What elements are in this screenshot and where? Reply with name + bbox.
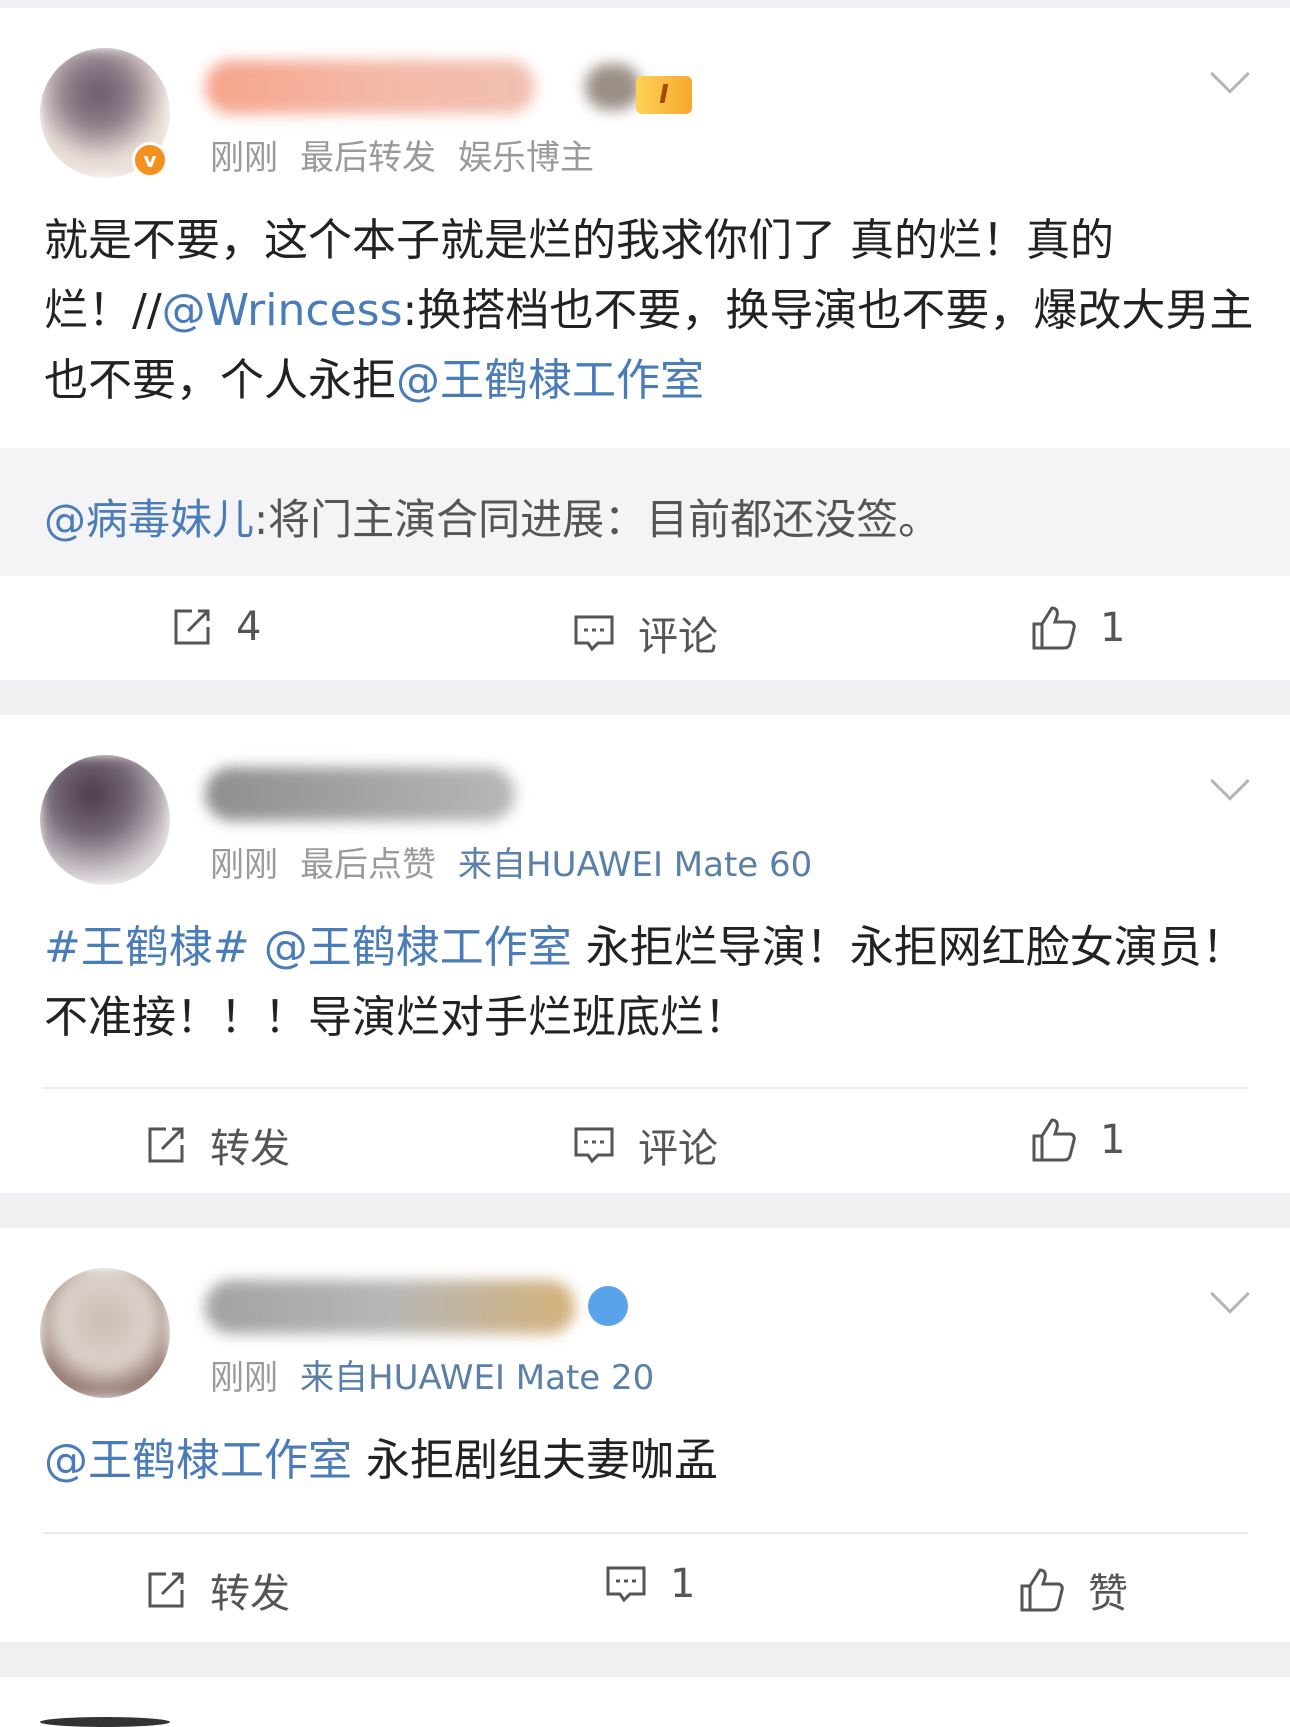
repost-count: 4 bbox=[236, 604, 262, 650]
chevron-down-icon[interactable] bbox=[1210, 761, 1250, 801]
comment-button[interactable]: 评论 bbox=[572, 1116, 718, 1174]
chevron-down-icon[interactable] bbox=[1210, 54, 1250, 94]
quoted-original-post[interactable]: @病毒妹儿:将门主演合同进展：目前都还没签。 bbox=[0, 448, 1290, 576]
avatar[interactable] bbox=[40, 1717, 170, 1727]
post-time: 刚刚 bbox=[210, 138, 278, 178]
like-button[interactable]: 赞 bbox=[1018, 1561, 1128, 1619]
repost-icon bbox=[174, 609, 210, 645]
repost-label: 转发 bbox=[210, 1571, 290, 1617]
chevron-down-icon[interactable] bbox=[1210, 1274, 1250, 1314]
fish-badge-icon bbox=[588, 1286, 628, 1326]
post-card-4 bbox=[0, 1677, 1290, 1727]
like-label: 赞 bbox=[1088, 1571, 1128, 1617]
comment-button[interactable]: 1 bbox=[604, 1561, 695, 1607]
mention-link[interactable]: @王鹤棣工作室 bbox=[44, 1435, 352, 1486]
repost-label: 转发 bbox=[210, 1126, 290, 1172]
username-blurred[interactable] bbox=[205, 60, 535, 114]
post-source: 来自HUAWEI Mate 20 bbox=[300, 1358, 655, 1398]
post-card-1: v I 刚刚 最后转发 娱乐博主 就是不要，这个本子就是烂的我求你们了 真的烂！真的… bbox=[0, 8, 1290, 680]
member-icon-blurred bbox=[585, 64, 641, 110]
level-badge-icon[interactable]: I bbox=[636, 76, 692, 114]
avatar[interactable] bbox=[40, 755, 170, 885]
post-status: 最后转发 bbox=[300, 138, 436, 178]
divider bbox=[42, 1087, 1248, 1089]
avatar[interactable] bbox=[40, 1268, 170, 1398]
quote-body: :将门主演合同进展：目前都还没签。 bbox=[254, 495, 941, 544]
post-status: 最后点赞 bbox=[300, 845, 436, 885]
repost-button[interactable]: 转发 bbox=[144, 1116, 290, 1174]
repost-icon bbox=[148, 1572, 184, 1608]
user-tag: 娱乐博主 bbox=[458, 138, 594, 178]
mention-link[interactable]: @Wrincess bbox=[162, 285, 403, 336]
mention-link[interactable]: @王鹤棣工作室 bbox=[396, 355, 704, 406]
post-time: 刚刚 bbox=[210, 845, 278, 885]
comment-label: 评论 bbox=[638, 614, 718, 660]
post-text: #王鹤棣# @王鹤棣工作室 永拒烂导演！永拒网红脸女演员！不准接！！！导演烂对手… bbox=[44, 913, 1254, 1053]
like-icon bbox=[1020, 1568, 1064, 1612]
post-card-3: 刚刚 来自HUAWEI Mate 20 @王鹤棣工作室 永拒剧组夫妻咖孟 转发 1… bbox=[0, 1228, 1290, 1642]
vip-badge-icon: v bbox=[132, 142, 168, 178]
comment-count: 1 bbox=[670, 1561, 696, 1607]
comment-icon bbox=[606, 1566, 646, 1603]
comment-icon bbox=[574, 1127, 614, 1164]
comment-button[interactable]: 评论 bbox=[572, 604, 718, 662]
like-icon bbox=[1032, 1118, 1076, 1162]
hashtag-link[interactable]: #王鹤棣# bbox=[44, 922, 250, 973]
post-source: 来自HUAWEI Mate 60 bbox=[458, 845, 813, 885]
post-meta: 刚刚 最后点赞 来自HUAWEI Mate 60 bbox=[210, 837, 834, 886]
username-blurred[interactable] bbox=[205, 767, 515, 821]
post-text: 就是不要，这个本子就是烂的我求你们了 真的烂！真的烂！//@Wrincess:换… bbox=[44, 206, 1254, 416]
post-time: 刚刚 bbox=[210, 1358, 278, 1398]
like-count: 1 bbox=[1100, 1117, 1126, 1163]
divider bbox=[42, 1532, 1248, 1534]
like-button[interactable]: 1 bbox=[1030, 604, 1125, 652]
quote-text: @病毒妹儿:将门主演合同进展：目前都还没签。 bbox=[44, 486, 940, 547]
repost-icon bbox=[148, 1127, 184, 1163]
post-text: @王鹤棣工作室 永拒剧组夫妻咖孟 bbox=[44, 1426, 1254, 1496]
comment-label: 评论 bbox=[638, 1126, 718, 1172]
like-icon bbox=[1032, 606, 1076, 650]
like-button[interactable]: 1 bbox=[1030, 1116, 1125, 1164]
post-card-2: 刚刚 最后点赞 来自HUAWEI Mate 60 #王鹤棣# @王鹤棣工作室 永拒烂… bbox=[0, 715, 1290, 1193]
username-blurred[interactable] bbox=[205, 1280, 575, 1334]
mention-link[interactable]: @王鹤棣工作室 bbox=[250, 922, 572, 973]
repost-button[interactable]: 转发 bbox=[144, 1561, 290, 1619]
text-segment: 永拒剧组夫妻咖孟 bbox=[352, 1435, 718, 1486]
comment-icon bbox=[574, 615, 614, 652]
post-meta: 刚刚 最后转发 娱乐博主 bbox=[210, 130, 616, 179]
post-meta: 刚刚 来自HUAWEI Mate 20 bbox=[210, 1350, 676, 1399]
mention-link[interactable]: @病毒妹儿 bbox=[44, 495, 254, 544]
repost-button[interactable]: 4 bbox=[170, 604, 261, 650]
like-count: 1 bbox=[1100, 605, 1126, 651]
